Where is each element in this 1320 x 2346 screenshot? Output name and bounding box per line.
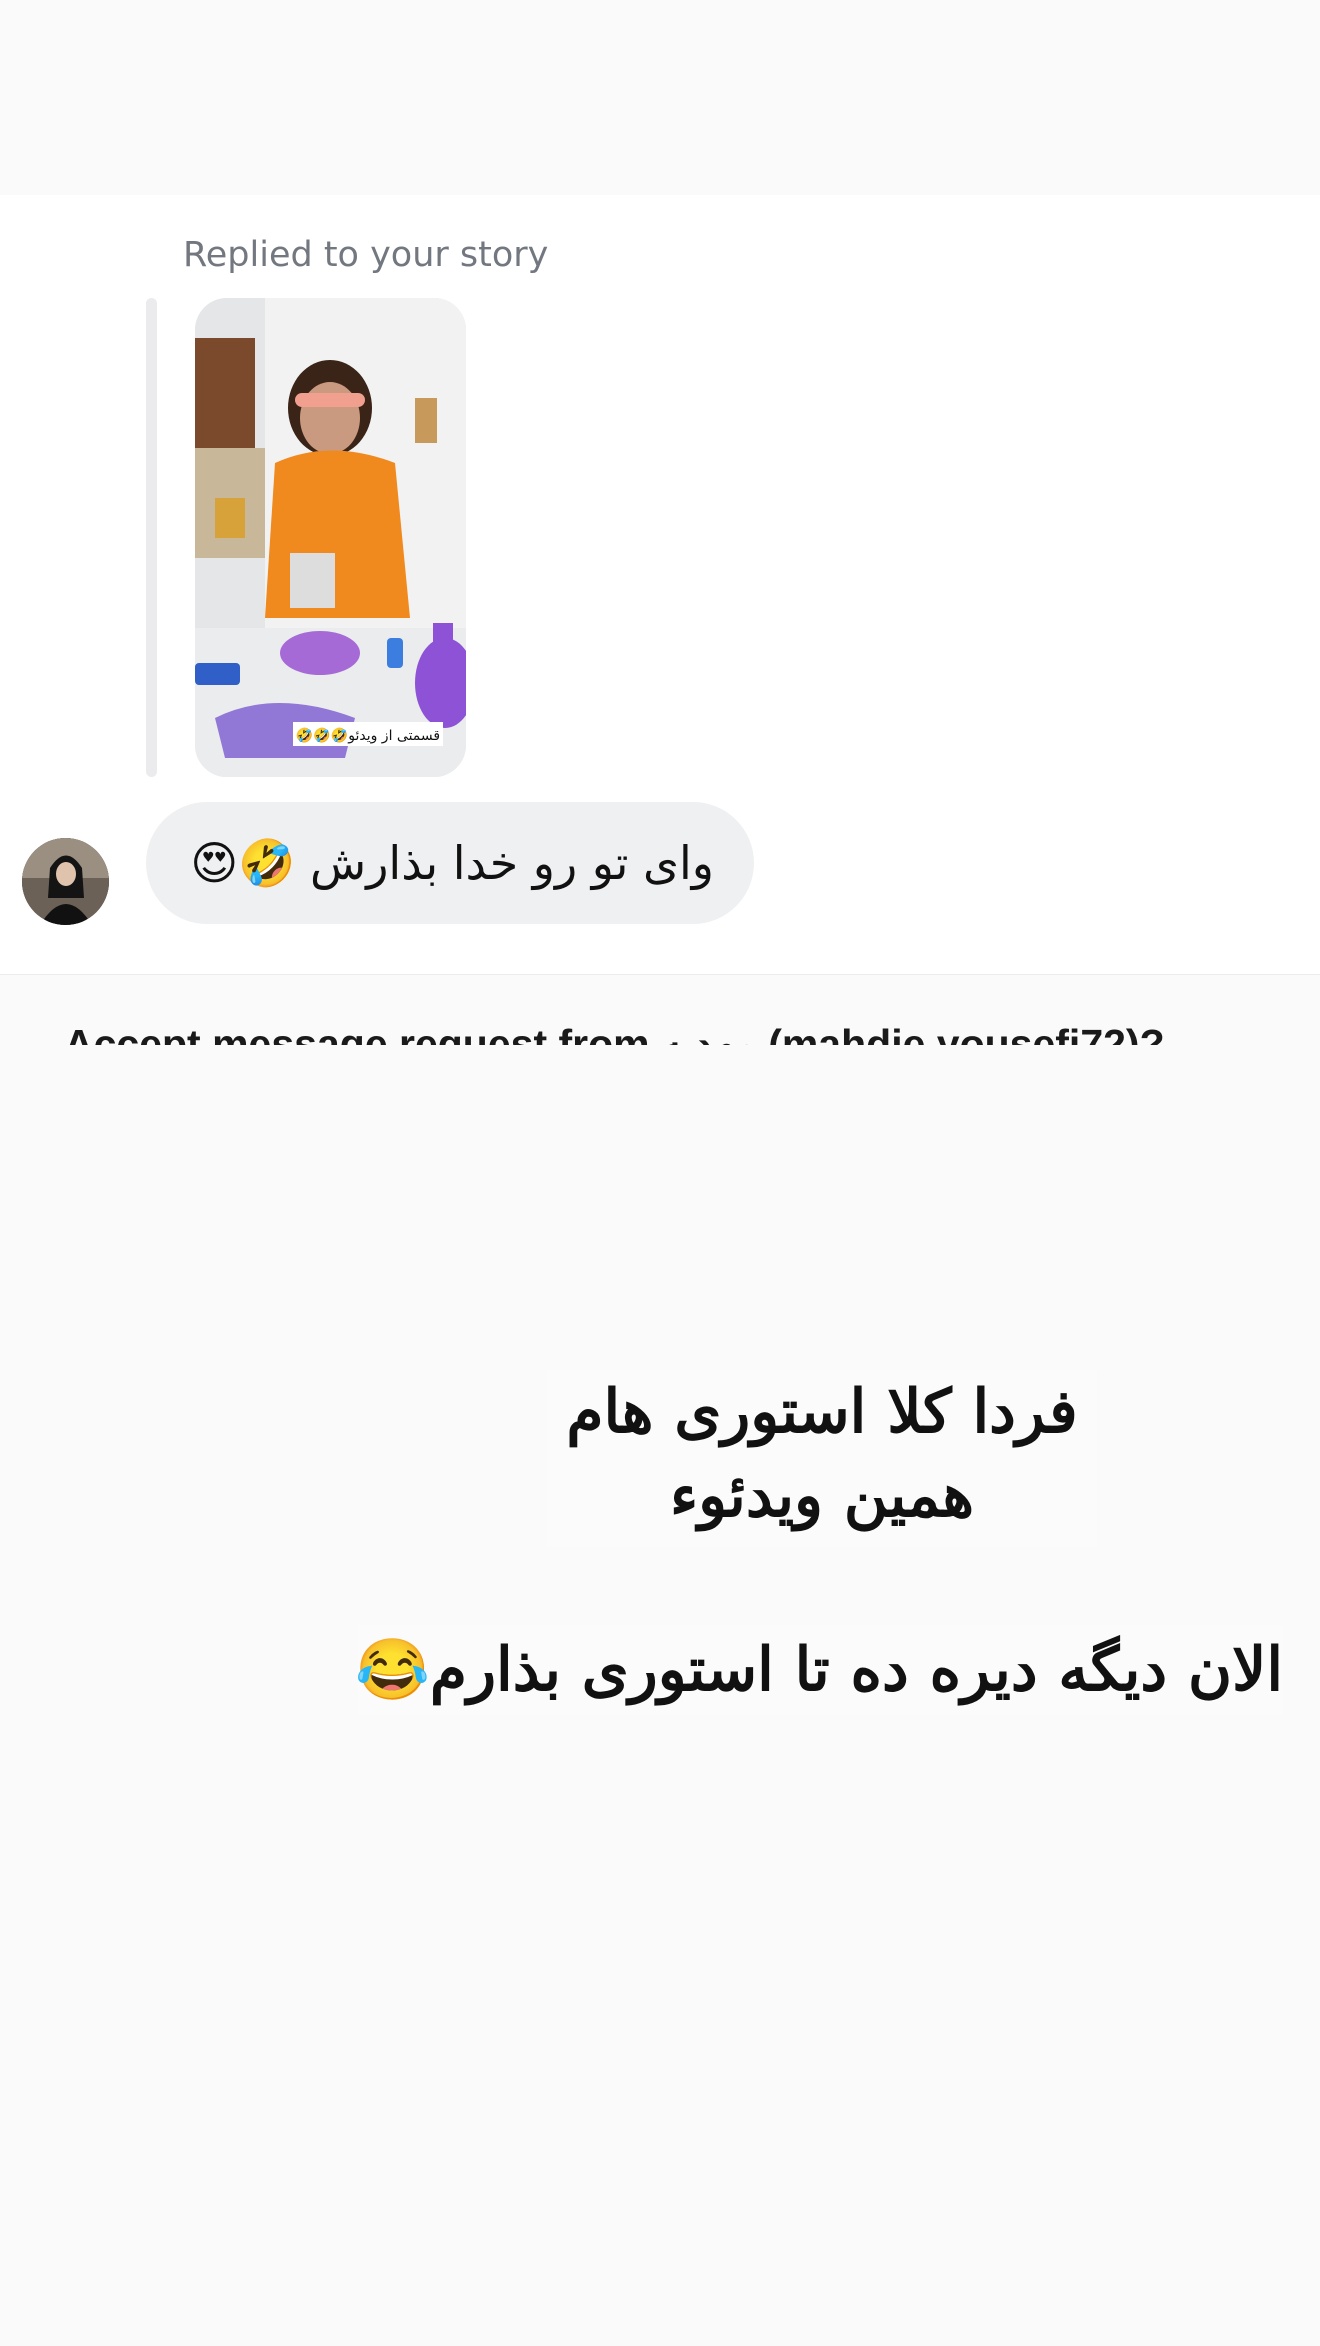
story-sticker-text-2: الان دیگه دیره ده تا استوری بذارم😂 <box>355 1625 1283 1715</box>
message-text: وای تو رو خدا بذارش 🤣😍 <box>190 836 714 890</box>
sender-avatar[interactable] <box>22 838 109 925</box>
reply-quote-bar <box>146 298 157 777</box>
message-bubble[interactable]: وای تو رو خدا بذارش 🤣😍 <box>146 802 754 924</box>
sticker-line-2: همین ویدئوء <box>669 1461 975 1531</box>
top-navigation-area <box>0 0 1320 195</box>
divider <box>0 974 1320 975</box>
story-sticker-text-1: فردا کلا استوری هام همین ویدئوء <box>547 1370 1097 1547</box>
avatar-image <box>22 838 109 925</box>
story-thumbnail[interactable]: قسمتی از ویدئو🤣🤣🤣 <box>195 298 466 777</box>
story-caption: قسمتی از ویدئو🤣🤣🤣 <box>295 727 440 744</box>
replied-to-story-label: Replied to your story <box>183 235 549 275</box>
story-thumbnail-image: قسمتی از ویدئو🤣🤣🤣 <box>195 298 466 777</box>
sticker-line-1: فردا کلا استوری هام <box>566 1377 1078 1447</box>
